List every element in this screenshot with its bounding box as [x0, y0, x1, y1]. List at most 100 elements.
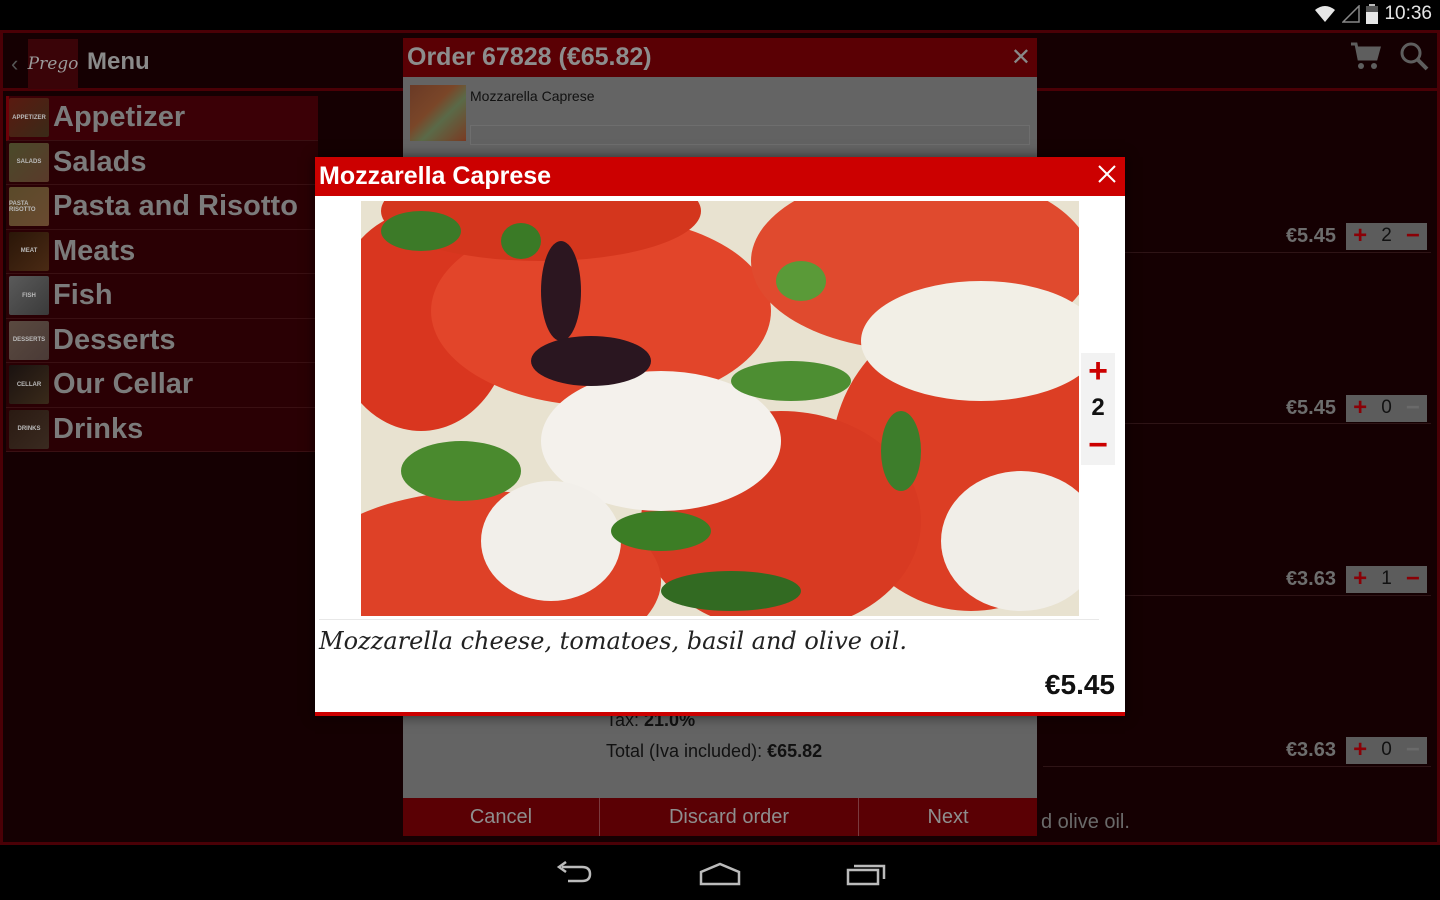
sidebar-item-pasta-risotto[interactable]: PASTA RISOTTO Pasta and Risotto [6, 185, 318, 230]
sidebar-item-label: Meats [53, 234, 136, 267]
product-description: Mozzarella cheese, tomatoes, basil and o… [319, 627, 908, 655]
thumbnail-label: PASTA RISOTTO [9, 200, 36, 213]
action-bar-icons [1349, 41, 1429, 76]
next-button[interactable]: Next [859, 798, 1037, 836]
status-icons: 10:36 [1314, 3, 1432, 25]
product-dialog-header: Mozzarella Caprese [315, 157, 1125, 196]
order-button-bar: Cancel Discard order Next [403, 798, 1037, 836]
clock: 10:36 [1384, 3, 1432, 24]
category-thumbnail: DRINKS [9, 409, 49, 449]
order-total-iva-row: Total (Iva included): €65.82 [606, 736, 822, 767]
chevron-left-icon[interactable]: ‹ [11, 51, 18, 77]
quantity-stepper: + 2 − [1346, 222, 1427, 250]
plus-icon[interactable]: + [1088, 354, 1108, 388]
product-price: €5.45 [1285, 224, 1336, 247]
cell-signal-icon [1342, 5, 1361, 23]
sidebar-item-label: Appetizer [53, 101, 186, 134]
wifi-icon [1314, 5, 1336, 23]
order-item-note-input[interactable] [470, 125, 1030, 145]
category-sidebar: APPETIZER Appetizer SALADS Salads PASTA … [6, 96, 318, 452]
sidebar-item-desserts[interactable]: DESSERTS Desserts [6, 318, 318, 363]
sidebar-item-label: Drinks [53, 412, 144, 445]
quantity-stepper: + 0 − [1346, 394, 1427, 422]
order-dialog-header: Order 67828 (€65.82) ✕ [403, 38, 1037, 77]
minus-icon[interactable]: − [1406, 396, 1420, 420]
sidebar-item-drinks[interactable]: DRINKS Drinks [6, 407, 318, 452]
minus-icon[interactable]: − [1406, 738, 1420, 762]
minus-icon[interactable]: − [1406, 567, 1420, 591]
close-icon[interactable]: ✕ [1011, 43, 1031, 72]
sidebar-item-fish[interactable]: FISH Fish [6, 274, 318, 319]
category-thumbnail: PASTA RISOTTO [9, 187, 49, 227]
close-icon[interactable] [1097, 164, 1117, 189]
quantity-value: 1 [1381, 568, 1392, 589]
thumbnail-label: SALADS [16, 159, 42, 166]
product-description-partial: d olive oil. [1041, 811, 1130, 833]
quantity-stepper: + 0 − [1346, 736, 1427, 764]
category-thumbnail: FISH [9, 276, 49, 316]
product-price: €5.45 [1285, 396, 1336, 419]
sidebar-item-label: Pasta and Risotto [53, 190, 298, 223]
thumbnail-label: MEAT [20, 248, 38, 255]
product-row: €5.45 + 0 − [1286, 393, 1427, 423]
category-thumbnail: SALADS [9, 142, 49, 182]
search-icon[interactable] [1399, 41, 1429, 76]
cancel-button[interactable]: Cancel [403, 798, 600, 836]
minus-icon[interactable]: − [1406, 224, 1420, 248]
back-icon[interactable] [554, 861, 594, 887]
thumbnail-label: CELLAR [16, 381, 42, 388]
sidebar-item-label: Fish [53, 279, 113, 312]
product-row: €3.63 + 0 − [1286, 735, 1427, 765]
logo-text: Prego [27, 54, 79, 74]
sidebar-item-our-cellar[interactable]: CELLAR Our Cellar [6, 363, 318, 408]
total-iva-label: Total (Iva included): [606, 741, 763, 761]
order-item-thumbnail [410, 85, 466, 141]
cart-icon[interactable] [1349, 41, 1381, 76]
sidebar-item-label: Desserts [53, 323, 176, 356]
home-icon[interactable] [699, 862, 741, 886]
quantity-value: 0 [1381, 739, 1392, 760]
sidebar-item-label: Our Cellar [53, 368, 194, 401]
plus-icon[interactable]: + [1353, 567, 1367, 591]
order-title: Order 67828 (€65.82) [407, 43, 652, 71]
discard-order-button[interactable]: Discard order [600, 798, 859, 836]
sidebar-item-salads[interactable]: SALADS Salads [6, 140, 318, 185]
navigation-bar [0, 848, 1440, 900]
thumbnail-label: FISH [22, 292, 36, 299]
product-row: €5.45 + 2 − [1286, 221, 1427, 251]
quantity-value: 0 [1381, 397, 1392, 418]
screen: 10:36 ‹ Prego Menu APPETIZER Appetizer S… [0, 0, 1440, 900]
category-thumbnail: APPETIZER [9, 98, 49, 138]
recents-icon[interactable] [846, 862, 886, 886]
sidebar-item-label: Salads [53, 145, 147, 178]
thumbnail-label: APPETIZER [12, 114, 46, 121]
category-thumbnail: DESSERTS [9, 320, 49, 360]
thumbnail-label: DRINKS [17, 426, 41, 433]
product-row: €3.63 + 1 − [1286, 564, 1427, 594]
quantity-stepper: + 1 − [1346, 565, 1427, 593]
page-title: Menu [87, 48, 150, 75]
plus-icon[interactable]: + [1353, 224, 1367, 248]
battery-icon [1366, 4, 1379, 24]
app-logo[interactable]: Prego [28, 39, 78, 89]
minus-icon[interactable]: − [1088, 428, 1108, 462]
product-image [361, 201, 1079, 616]
plus-icon[interactable]: + [1353, 738, 1367, 762]
order-item-name: Mozzarella Caprese [470, 88, 595, 104]
dialog-bottom-accent [315, 712, 1125, 716]
sidebar-item-meats[interactable]: MEAT Meats [6, 229, 318, 274]
category-thumbnail: CELLAR [9, 365, 49, 405]
quantity-stepper: + 2 − [1081, 353, 1115, 465]
category-thumbnail: MEAT [9, 231, 49, 271]
status-bar: 10:36 [0, 0, 1440, 30]
plus-icon[interactable]: + [1353, 396, 1367, 420]
product-price: €5.45 [1044, 669, 1115, 700]
product-title: Mozzarella Caprese [319, 162, 552, 190]
quantity-value: 2 [1091, 394, 1105, 421]
quantity-value: 2 [1381, 225, 1392, 246]
caprese-photo [361, 201, 1079, 616]
total-iva-value: €65.82 [767, 741, 823, 761]
product-detail-dialog: Mozzarella Caprese + 2 − Mozzarella chee… [315, 157, 1125, 716]
sidebar-item-appetizer[interactable]: APPETIZER Appetizer [6, 96, 318, 141]
divider [319, 619, 1099, 620]
